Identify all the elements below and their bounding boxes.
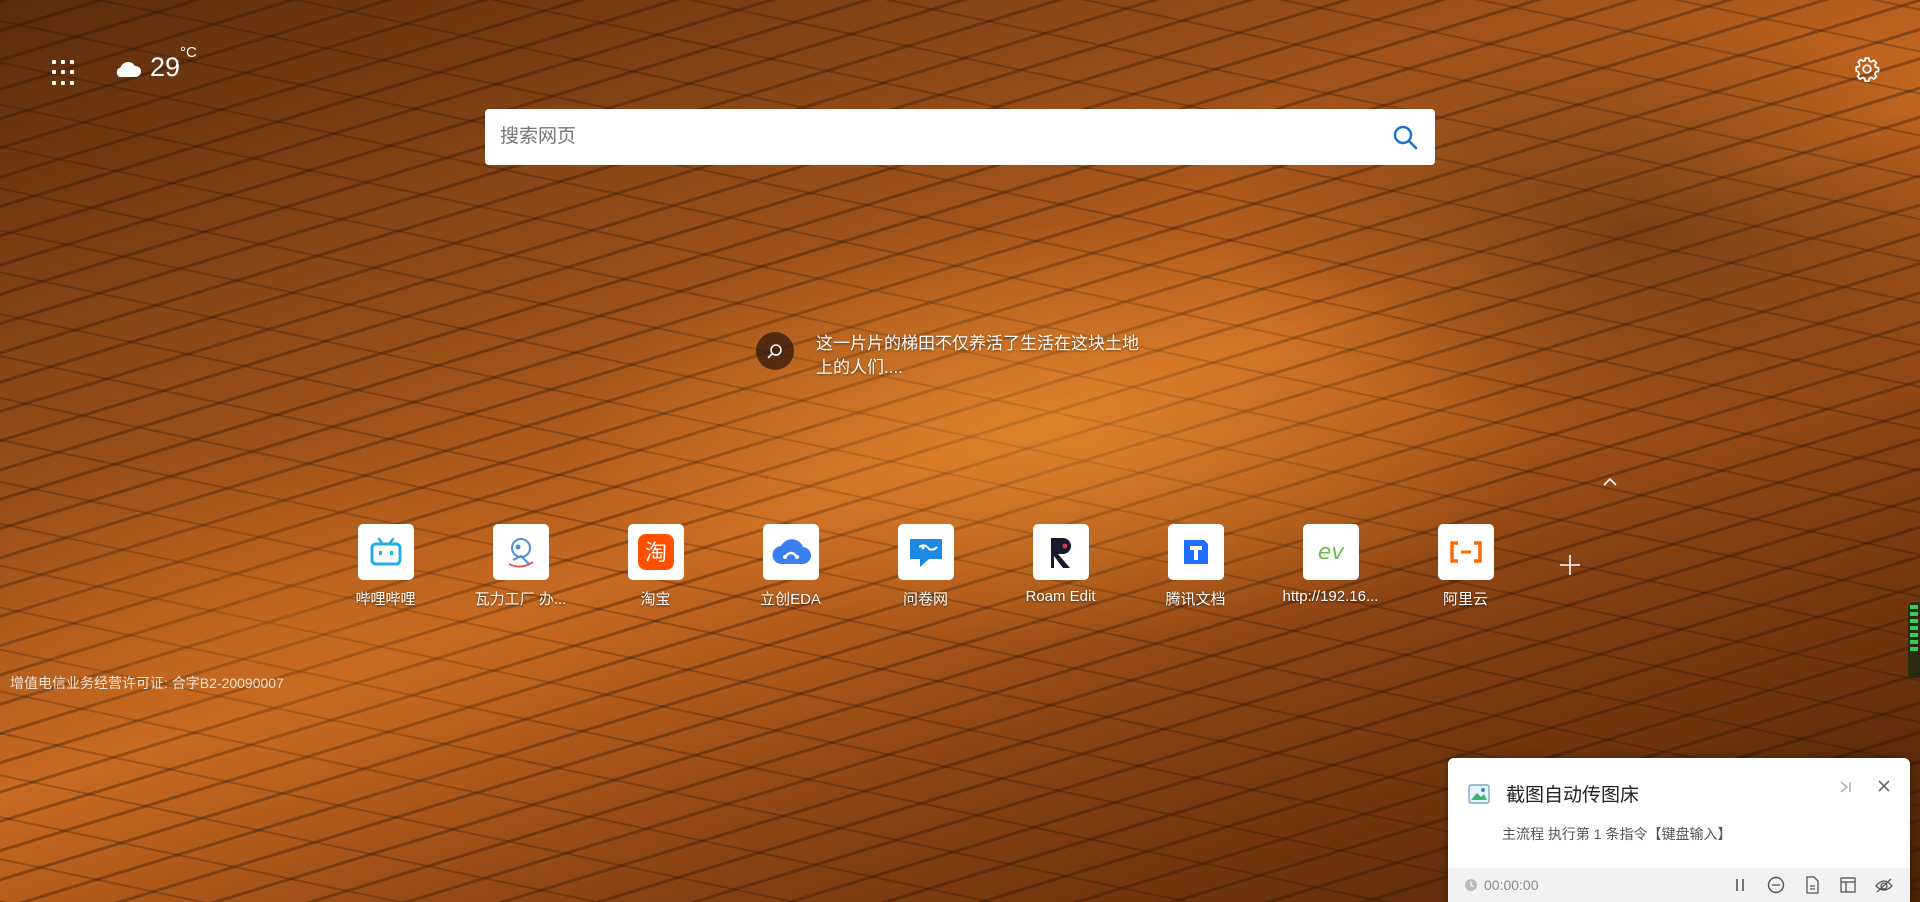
license-text[interactable]: 增值电信业务经营许可证: 合字B2-20090007 [10, 673, 284, 693]
quick-link-roam-edit[interactable]: Roam Edit [993, 524, 1128, 609]
quick-link-wenjuan[interactable]: 问卷网 [858, 524, 993, 609]
quick-link-bilibili[interactable]: 哔哩哔哩 [318, 524, 453, 609]
quick-link-label: http://192.16... [1282, 588, 1379, 605]
apps-grid-icon[interactable] [52, 60, 78, 86]
tencent-docs-icon [1167, 524, 1224, 580]
notification-title: 截图自动传图床 [1506, 785, 1640, 806]
roam-icon [1032, 524, 1089, 580]
svg-text:淘: 淘 [644, 541, 666, 566]
quick-link-label: 阿里云 [1442, 591, 1488, 608]
cloud-icon [116, 61, 142, 77]
search-input[interactable] [485, 109, 1375, 165]
add-shortcut-icon[interactable] [1556, 551, 1584, 579]
quick-link-label: Roam Edit [1025, 588, 1096, 605]
image-icon [1468, 783, 1490, 804]
close-icon[interactable] [1874, 776, 1894, 796]
quick-link-label: 瓦力工厂 办... [474, 591, 567, 608]
weather-temperature: 29°C [150, 44, 197, 82]
caption-text[interactable]: 这一片片的梯田不仅养活了生活在这块土地上的人们.... [816, 332, 1146, 380]
elapsed-timer: 00:00:00 [1464, 877, 1539, 893]
notification-subtitle: 主流程 执行第 1 条指令【键盘输入】 [1502, 826, 1732, 842]
wali-icon [492, 524, 549, 580]
chevron-up-icon[interactable] [1600, 472, 1620, 492]
ev-icon: ev [1302, 524, 1359, 580]
watch-button[interactable] [1874, 875, 1894, 895]
quick-link-wali[interactable]: 瓦力工厂 办... [453, 524, 588, 609]
search-button[interactable] [1375, 109, 1435, 165]
wenjuan-icon [897, 524, 954, 580]
pause-icon [1736, 879, 1744, 891]
stop-button[interactable] [1766, 875, 1786, 895]
image-caption[interactable]: 这一片片的梯田不仅养活了生活在这块土地上的人们.... [756, 332, 1146, 380]
clock-icon [1465, 879, 1477, 891]
search-bar [485, 109, 1435, 165]
log-button[interactable] [1802, 875, 1822, 895]
quick-link-label: 问卷网 [902, 591, 948, 608]
quick-link-label: 腾讯文档 [1165, 591, 1226, 608]
pause-button[interactable] [1730, 875, 1750, 895]
svg-text:ev: ev [1317, 540, 1345, 565]
lceda-icon [762, 524, 819, 580]
bilibili-icon [357, 524, 414, 580]
gear-icon[interactable] [1854, 56, 1880, 82]
weather-widget[interactable]: 29°C [112, 44, 197, 83]
quick-link-label: 哔哩哔哩 [355, 591, 416, 608]
window-icon [1840, 877, 1856, 893]
search-icon [1393, 125, 1418, 150]
quick-link-lceda[interactable]: 立创EDA [723, 524, 858, 609]
search-icon [767, 344, 782, 359]
quick-link-taobao[interactable]: 淘 淘宝 [588, 524, 723, 609]
eye-icon [1875, 878, 1893, 893]
aliyun-icon [1437, 524, 1494, 580]
taobao-icon: 淘 [627, 524, 684, 580]
quick-link-192[interactable]: ev http://192.16... [1263, 524, 1398, 609]
quick-link-label: 立创EDA [760, 591, 821, 608]
quick-link-tencent-docs[interactable]: 腾讯文档 [1128, 524, 1263, 609]
stop-icon [1767, 876, 1785, 894]
skip-icon[interactable] [1836, 778, 1854, 796]
quick-link-aliyun[interactable]: 阿里云 [1398, 524, 1533, 609]
automation-notification: 截图自动传图床 主流程 执行第 1 条指令【键盘输入】 00:00:00 [1448, 758, 1910, 902]
side-level-meter[interactable] [1908, 602, 1920, 678]
document-icon [1806, 876, 1819, 894]
quick-links: 哔哩哔哩 瓦力工厂 办... 淘 淘宝 立创EDA 问卷网 Roam Edit … [318, 524, 1533, 609]
window-button[interactable] [1838, 875, 1858, 895]
quick-link-label: 淘宝 [640, 591, 671, 608]
caption-search-button[interactable] [756, 332, 794, 370]
notification-footer: 00:00:00 [1448, 868, 1910, 902]
